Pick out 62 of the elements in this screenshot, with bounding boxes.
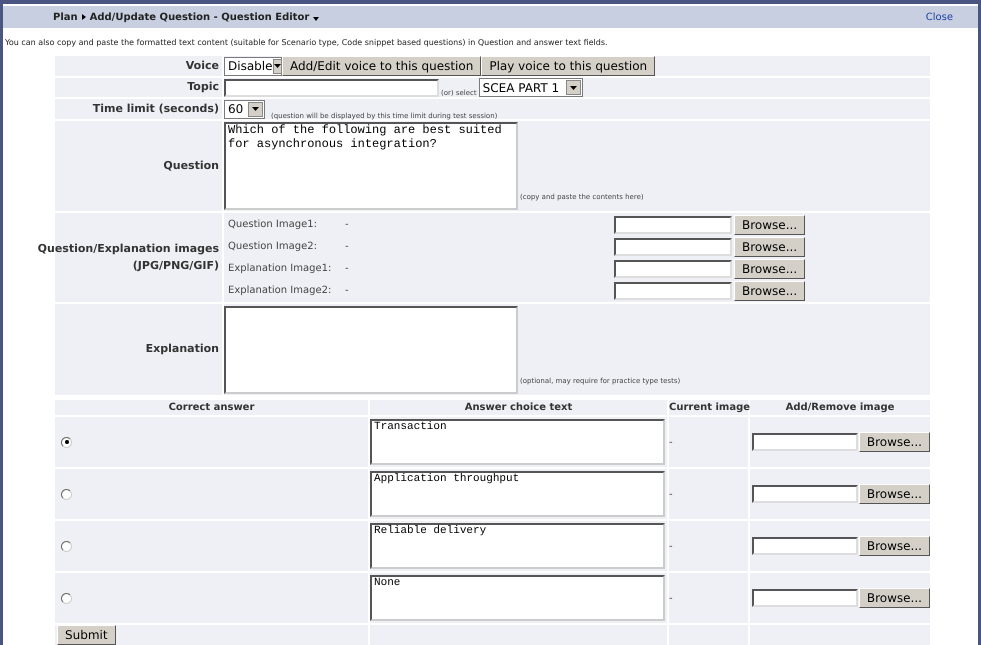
file-path-field[interactable] [614,260,732,278]
answer-text-field[interactable]: Reliable delivery [370,523,665,569]
image-label: Question Image2: [228,240,318,254]
browse-button[interactable]: Browse... [734,258,806,278]
dropdown-caret-icon [313,16,320,20]
voice-button[interactable]: Add/Edit voice to this question [282,56,482,76]
image-label: Question Image1: [228,218,318,232]
current-image-value: - [669,488,673,502]
intro-text: You can also copy and paste the formatted text content (suitable for Scenario type, Code snippet based questions) in Question and answer text fields. [4,37,609,49]
image-value: - [345,284,350,298]
browse-button[interactable]: Browse... [858,432,930,452]
topic-field[interactable] [224,78,439,96]
browse-button[interactable]: Browse... [734,280,806,300]
voice-button[interactable]: Play voice to this question [481,56,656,76]
column-header: Add/Remove image [750,400,930,415]
correct-answer-radio[interactable] [61,488,72,500]
file-path-field[interactable] [614,282,732,300]
column-header: Correct answer [55,400,368,415]
browse-button[interactable]: Browse... [734,214,806,234]
voice-select[interactable]: Disable [224,56,282,76]
topic-select[interactable]: SCEA PART 1 [478,78,583,97]
file-path-field[interactable] [752,589,858,607]
file-path-field[interactable] [752,485,858,503]
question-text-field[interactable]: Which of the following are best suited for asynchronous integration? [224,122,518,210]
question-label: Question [55,121,222,211]
browse-button[interactable]: Browse... [858,588,930,608]
answer-text-field[interactable]: None [370,575,665,621]
image-value: - [345,218,350,232]
explanation-text-field[interactable] [224,306,518,394]
answer-text-field[interactable]: Application throughput [370,471,665,517]
image-value: - [345,240,350,254]
images-format-label: (JPG/PNG/GIF) [132,258,220,274]
correct-answer-radio[interactable] [61,436,72,448]
file-path-field[interactable] [614,238,732,256]
browse-button[interactable]: Browse... [858,536,930,556]
column-header: Current image [669,400,748,415]
file-path-field[interactable] [752,433,858,451]
breadcrumb-item[interactable]: Plan [53,10,78,24]
correct-answer-radio[interactable] [61,592,72,604]
correct-answer-radio[interactable] [61,540,72,552]
file-path-field[interactable] [614,216,732,234]
images-label: Question/Explanation images [38,241,220,257]
current-image-value: - [669,592,673,606]
browse-button[interactable]: Browse... [734,236,806,256]
close-link[interactable]: Close [926,10,953,24]
column-header: Answer choice text [370,400,667,415]
time-limit-label: Time limit (seconds) [55,99,222,119]
image-label: Explanation Image2: [228,284,332,298]
breadcrumb-item[interactable]: Add/Update Question - Question Editor [90,10,310,24]
current-image-value: - [669,540,673,554]
image-value: - [345,262,350,276]
explanation-label: Explanation [55,304,222,395]
topic-label: Topic [55,78,222,97]
current-image-value: - [669,436,673,450]
voice-label: Voice [55,56,222,76]
browse-button[interactable]: Browse... [858,484,930,504]
file-path-field[interactable] [752,537,858,555]
answer-text-field[interactable]: Transaction [370,419,665,465]
image-label: Explanation Image1: [228,262,332,276]
time-limit-select[interactable]: 60 [224,100,265,118]
breadcrumb-arrow-icon [82,14,86,20]
submit-button[interactable]: Submit [57,625,116,645]
